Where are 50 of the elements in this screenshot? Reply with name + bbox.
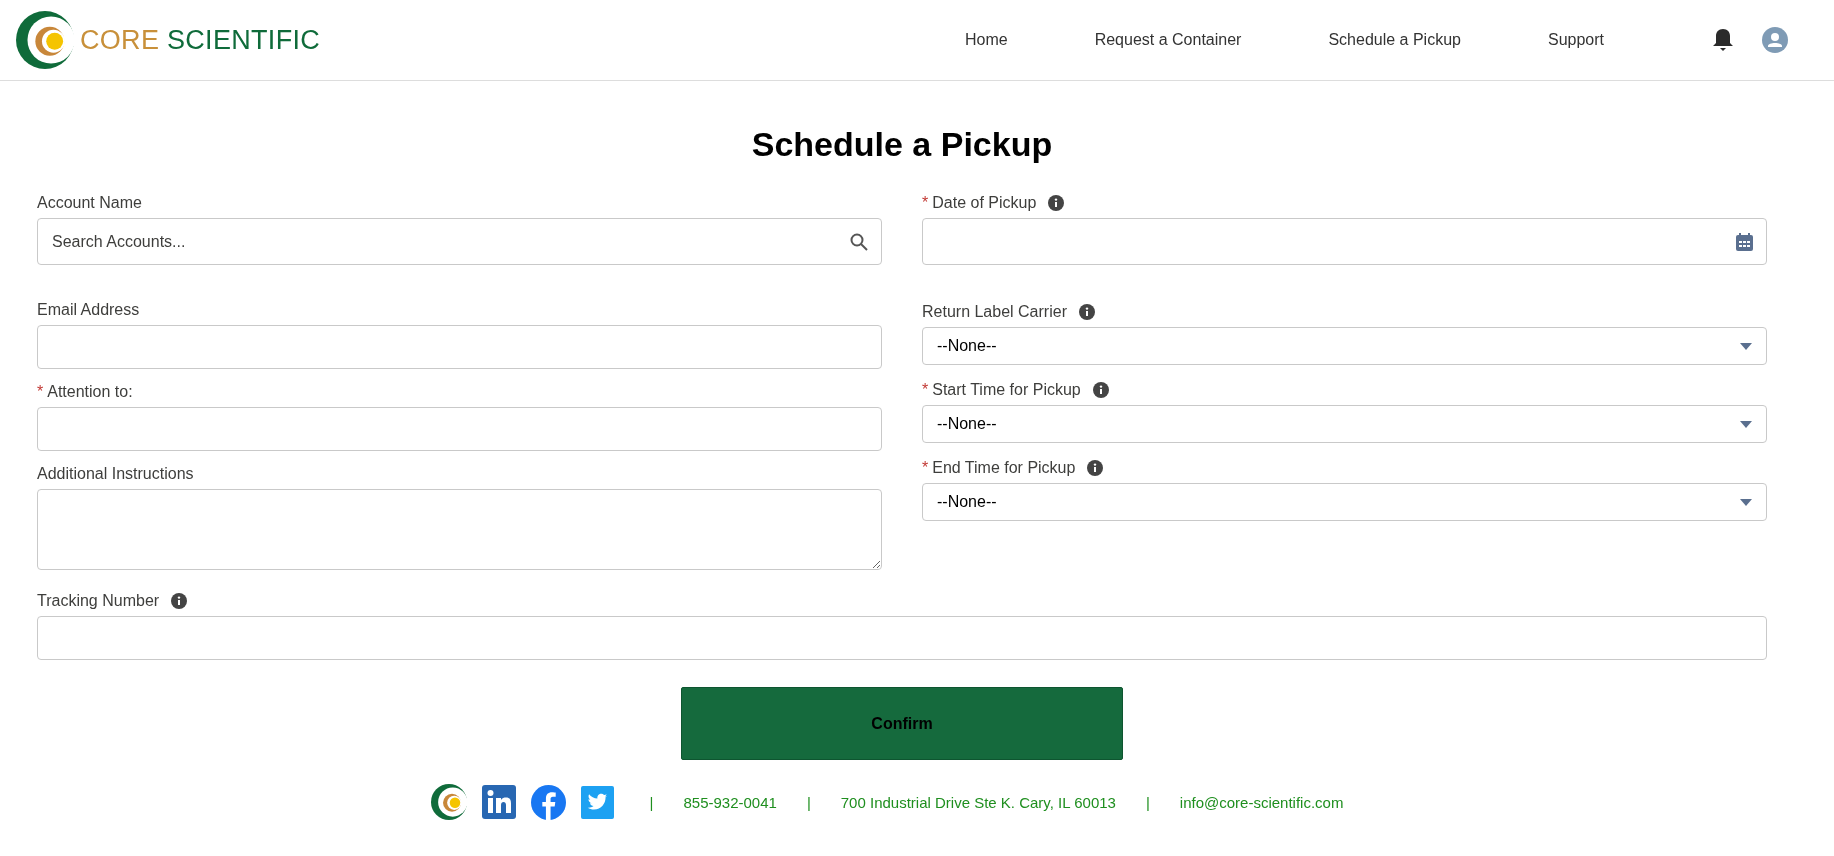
nav-link[interactable]: Home <box>964 31 1008 49</box>
logo-icon <box>430 784 467 820</box>
brand-name: CORE SCIENTIFIC <box>80 24 321 56</box>
nav-link[interactable]: Schedule a Pickup <box>1328 31 1461 49</box>
contact-text: info@core-scientific.com <box>1179 793 1344 811</box>
contact-text: 855-932-0041 <box>683 793 777 811</box>
field-label: Start Time for Pickup <box>932 381 1081 399</box>
info-icon[interactable] <box>1092 382 1109 398</box>
field-label: Return Label Carrier <box>922 303 1067 321</box>
avatar-icon[interactable] <box>1762 27 1788 53</box>
calendar-icon[interactable] <box>1736 232 1753 251</box>
caret-icon <box>1740 420 1752 428</box>
field-label: Attention to: <box>47 383 133 401</box>
required-mark: * <box>922 381 929 399</box>
field-label: Tracking Number <box>37 592 160 610</box>
separator: | <box>806 793 811 811</box>
date-field[interactable] <box>922 218 1767 265</box>
dropdown[interactable]: --None-- <box>922 483 1767 521</box>
caret-icon <box>1740 498 1752 506</box>
input-field[interactable] <box>37 407 882 451</box>
separator: | <box>649 793 654 811</box>
nav-link[interactable]: Request a Container <box>1094 31 1242 49</box>
field-label: Email Address <box>37 301 140 319</box>
page-title: Schedule a Pickup <box>750 125 1054 164</box>
linkedin-icon[interactable] <box>481 785 516 819</box>
input-field[interactable] <box>37 616 1767 660</box>
input-field[interactable] <box>37 325 882 369</box>
search-icon <box>850 232 868 251</box>
info-icon[interactable] <box>1048 195 1065 211</box>
separator: | <box>1145 793 1150 811</box>
info-icon[interactable] <box>1087 460 1104 476</box>
field-label: Account Name <box>37 194 142 212</box>
required-mark: * <box>37 383 44 401</box>
search-field[interactable]: Search Accounts... <box>37 218 882 265</box>
required-mark: * <box>922 459 929 477</box>
info-icon[interactable] <box>1078 304 1095 320</box>
dropdown[interactable]: --None-- <box>922 327 1767 365</box>
contact-text: 700 Industrial Drive Ste K. Cary, IL 60013 <box>840 793 1116 811</box>
logo-icon <box>16 11 74 69</box>
field-label: End Time for Pickup <box>932 459 1076 477</box>
twitter-icon[interactable] <box>580 785 614 819</box>
bell-icon[interactable] <box>1712 28 1734 52</box>
field-label: Additional Instructions <box>37 465 194 483</box>
required-mark: * <box>922 194 929 212</box>
caret-icon <box>1740 342 1752 350</box>
field-label: Date of Pickup <box>932 194 1037 212</box>
facebook-icon[interactable] <box>530 784 566 820</box>
nav-link[interactable]: Support <box>1547 31 1604 49</box>
dropdown[interactable]: --None-- <box>922 405 1767 443</box>
info-icon[interactable] <box>171 593 188 609</box>
